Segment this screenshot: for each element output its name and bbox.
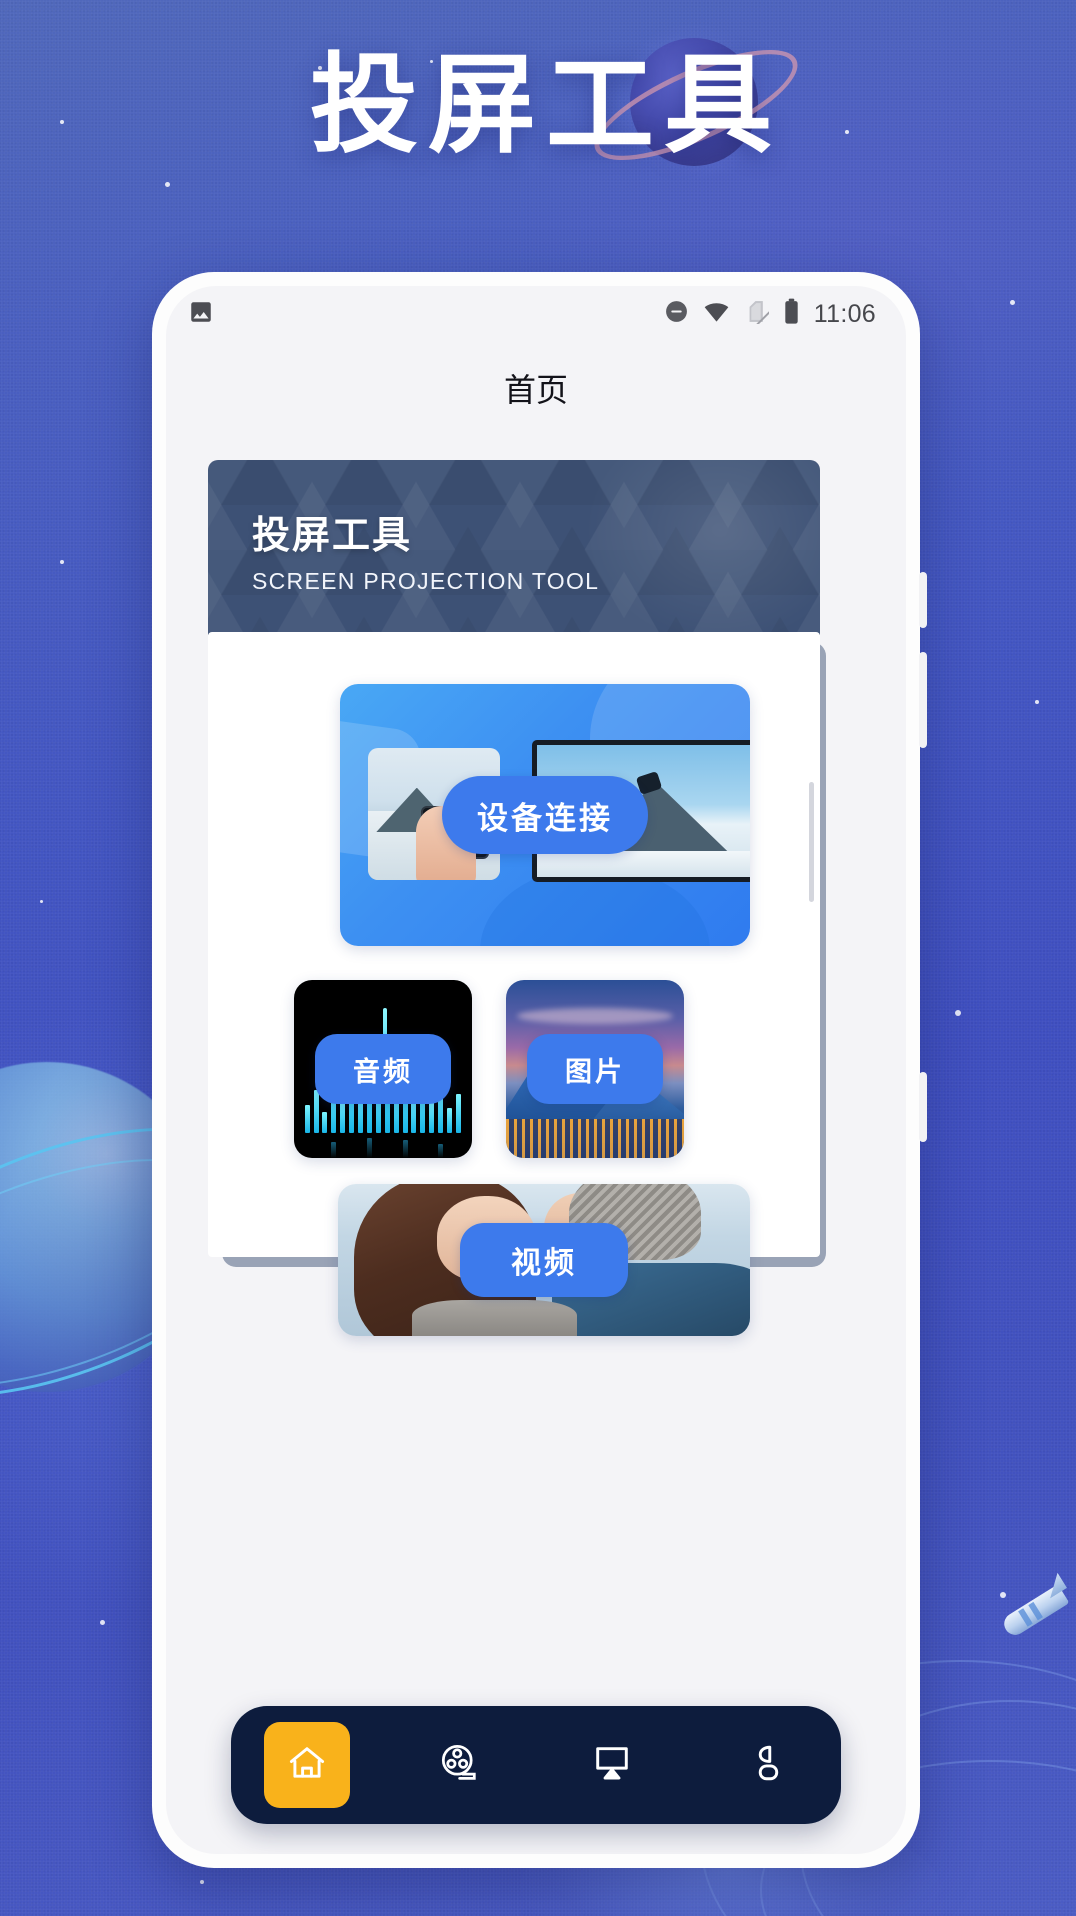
status-time: 11:06 <box>813 299 876 328</box>
nav-media[interactable] <box>417 1722 503 1808</box>
star <box>1010 300 1015 305</box>
poster-stage: 投屏工具 11:06 首页 投屏工具 SCREEN PROJECTION TOO… <box>0 0 1076 1916</box>
star <box>100 1620 105 1625</box>
banner-title-en: SCREEN PROJECTION TOOL <box>252 568 600 594</box>
page-title: 首页 <box>503 372 568 408</box>
phone-button-power <box>919 1072 927 1142</box>
card-video[interactable]: 视频 <box>338 1184 750 1336</box>
banner-glow <box>580 460 820 635</box>
nav-home[interactable] <box>264 1722 351 1808</box>
feature-panel: 设备连接 音频 图片 视频 <box>208 632 820 1336</box>
wifi-icon <box>703 298 730 330</box>
star <box>1035 700 1039 704</box>
status-bar: 11:06 <box>166 286 906 342</box>
nav-profile[interactable] <box>722 1722 808 1808</box>
no-sim-icon <box>744 299 772 329</box>
panel-scrollbar[interactable] <box>809 782 814 902</box>
card-label-device-connection[interactable]: 设备连接 <box>442 776 648 854</box>
photo-icon <box>188 299 214 330</box>
person-icon <box>743 1741 787 1790</box>
home-icon <box>285 1741 329 1790</box>
poster-title: 投屏工具 <box>309 43 782 168</box>
card-audio[interactable]: 音频 <box>294 980 472 1158</box>
battery-icon <box>783 298 800 330</box>
video-card-figure <box>412 1299 577 1336</box>
card-device-connection[interactable]: 设备连接 <box>340 684 750 946</box>
image-card-city-lights <box>506 1118 684 1158</box>
card-label-video[interactable]: 视频 <box>460 1223 628 1297</box>
star <box>40 900 43 903</box>
card-label-image[interactable]: 图片 <box>527 1034 663 1104</box>
star <box>165 182 170 187</box>
do-not-disturb-icon <box>664 299 689 329</box>
card-label-audio[interactable]: 音频 <box>315 1034 451 1104</box>
page-content: 投屏工具 SCREEN PROJECTION TOOL 设备连接 音频 图片 视… <box>166 434 906 1854</box>
card-image[interactable]: 图片 <box>506 980 684 1158</box>
bottom-navigation <box>166 1706 906 1824</box>
space-shuttle-icon <box>994 1569 1076 1649</box>
star <box>60 560 64 564</box>
phone-button-volume-down <box>919 652 927 748</box>
star <box>955 1010 961 1016</box>
nav-cast[interactable] <box>569 1722 655 1808</box>
cast-icon <box>590 1741 634 1790</box>
phone-mockup: 11:06 首页 投屏工具 SCREEN PROJECTION TOOL 设备连… <box>152 272 927 1868</box>
phone-button-volume-up <box>919 572 927 628</box>
banner-title-cn: 投屏工具 <box>252 513 413 557</box>
star <box>200 1880 204 1884</box>
star <box>1000 1592 1006 1598</box>
film-reel-icon <box>438 1741 482 1790</box>
app-banner: 投屏工具 SCREEN PROJECTION TOOL <box>208 460 820 635</box>
phone-screen: 11:06 首页 投屏工具 SCREEN PROJECTION TOOL 设备连… <box>166 286 906 1854</box>
